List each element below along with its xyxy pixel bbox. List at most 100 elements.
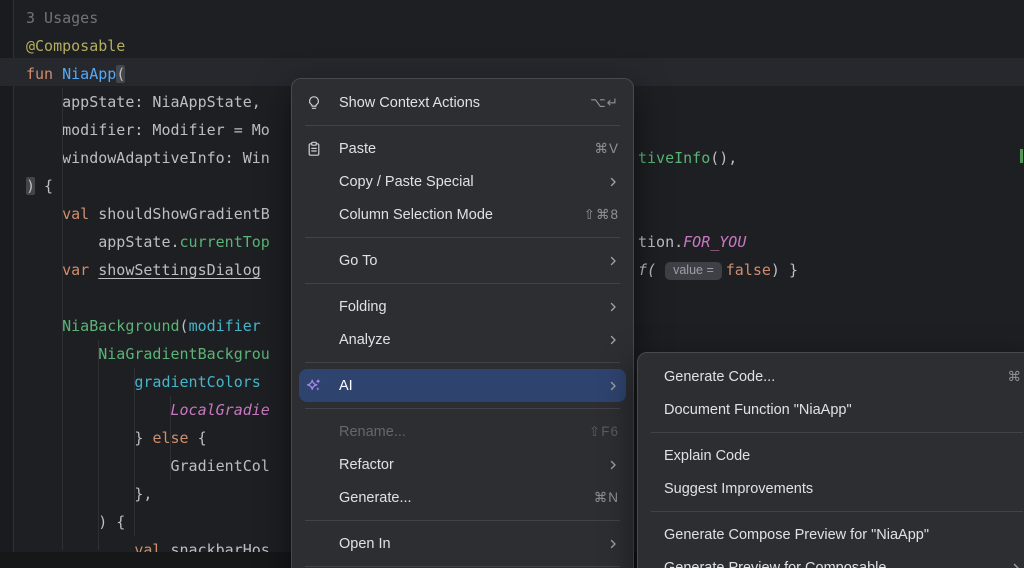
code-fragment: tiveInfo(), (638, 144, 737, 172)
code-token: appState. (26, 233, 180, 251)
code-token: ) } (771, 261, 798, 279)
menu-item-analyze[interactable]: Analyze (292, 323, 633, 356)
menu-item-generate-preview-for-composable[interactable]: Generate Preview for Composable (638, 551, 1024, 568)
code-token: NiaApp (62, 65, 116, 83)
menu-shortcut: ⌘ (1008, 369, 1023, 385)
menu-item-show-context-actions[interactable]: Show Context Actions ⌥↵ (292, 86, 633, 119)
menu-item-ai[interactable]: AI (299, 369, 626, 402)
menu-shortcut: ⌘V (594, 141, 619, 157)
menu-shortcut: ⌘N (594, 490, 619, 506)
code-token: fun (26, 65, 62, 83)
submenu-arrow-icon (607, 334, 619, 346)
menu-separator (305, 362, 620, 363)
code-token: FOR_YOU (683, 233, 746, 251)
code-token (26, 317, 62, 335)
code-token: currentTop (180, 233, 270, 251)
menu-item-label: Show Context Actions (339, 95, 480, 111)
code-token: shouldShowGradientB (89, 205, 270, 223)
code-fragment: tion.FOR_YOU (638, 228, 746, 256)
menu-item-label: Generate Preview for Composable (664, 560, 886, 568)
menu-item-explain-code[interactable]: Explain Code (638, 439, 1024, 472)
menu-item-label: Document Function "NiaApp" (664, 402, 852, 418)
menu-item-rename: Rename...⇧F6 (292, 415, 633, 448)
context-menu: Show Context Actions ⌥↵ Paste ⌘V Copy / Past… (291, 78, 634, 568)
code-token: 3 Usages (26, 9, 98, 27)
menu-item-open-in[interactable]: Open In (292, 527, 633, 560)
ai-submenu: Generate Code...⌘ Document Function "NiaA… (637, 352, 1024, 568)
indent-guide (170, 396, 171, 480)
submenu-arrow-icon (607, 301, 619, 313)
submenu-arrow-icon (1010, 562, 1022, 568)
code-token: ) (26, 177, 35, 195)
menu-shortcut: ⇧F6 (589, 424, 619, 440)
menu-item-generate[interactable]: Generate... ⌘N (292, 481, 633, 514)
code-token: { (35, 177, 53, 195)
menu-item-paste[interactable]: Paste ⌘V (292, 132, 633, 165)
menu-item-label: AI (339, 378, 353, 394)
submenu-arrow-icon (607, 538, 619, 550)
code-token: tiveInfo (638, 149, 710, 167)
code-token: gradientColors (134, 373, 260, 391)
code-token: false (726, 261, 771, 279)
menu-item-label: Column Selection Mode (339, 207, 493, 223)
menu-icon-slot (306, 174, 330, 190)
menu-item-copy-paste-special[interactable]: Copy / Paste Special (292, 165, 633, 198)
submenu-arrow-icon (607, 176, 619, 188)
menu-item-label: Folding (339, 299, 387, 315)
menu-item-column-selection-mode[interactable]: Column Selection Mode ⇧⌘8 (292, 198, 633, 231)
code-token: NiaGradientBackgrou (98, 345, 270, 363)
menu-item-suggest-improvements[interactable]: Suggest Improvements (638, 472, 1024, 505)
menu-icon-slot (306, 424, 330, 440)
menu-item-label: Paste (339, 141, 376, 157)
menu-item-label: Generate Compose Preview for "NiaApp" (664, 527, 929, 543)
code-token: LocalGradie (171, 401, 270, 419)
ide-screenshot: { "palette": { "editor_bg": "#1e1f22", "… (0, 0, 1024, 568)
menu-separator (651, 432, 1023, 433)
menu-separator (305, 566, 620, 567)
menu-item-label: Explain Code (664, 448, 750, 464)
code-token (89, 261, 98, 279)
code-token: modifier (189, 317, 261, 335)
code-token: var (62, 261, 89, 279)
menu-item-generate-compose-preview-for-niaapp[interactable]: Generate Compose Preview for "NiaApp" (638, 518, 1024, 551)
submenu-arrow-icon (607, 459, 619, 471)
code-line: @Composable (26, 32, 1024, 60)
menu-item-generate-code[interactable]: Generate Code...⌘ (638, 360, 1024, 393)
code-token: ) { (26, 513, 125, 531)
menu-shortcut: ⌥↵ (590, 95, 619, 111)
menu-separator (651, 511, 1023, 512)
submenu-arrow-icon (607, 380, 619, 392)
menu-icon-slot (306, 332, 330, 348)
menu-item-folding[interactable]: Folding (292, 290, 633, 323)
code-token: ( (116, 65, 125, 83)
menu-icon-slot (306, 457, 330, 473)
clipboard-icon (306, 141, 330, 157)
indent-guide (62, 88, 63, 550)
menu-item-label: Go To (339, 253, 377, 269)
menu-icon-slot (306, 536, 330, 552)
menu-separator (305, 520, 620, 521)
code-token: @Composable (26, 37, 125, 55)
menu-item-refactor[interactable]: Refactor (292, 448, 633, 481)
menu-shortcut: ⇧⌘8 (584, 207, 619, 223)
code-token (26, 205, 62, 223)
menu-item-label: Analyze (339, 332, 391, 348)
menu-item-go-to[interactable]: Go To (292, 244, 633, 277)
indent-guide (98, 340, 99, 550)
menu-item-label: Generate... (339, 490, 412, 506)
code-token (26, 261, 62, 279)
menu-separator (305, 125, 620, 126)
menu-item-label: Open In (339, 536, 391, 552)
code-token: showSettingsDialog (98, 261, 261, 279)
menu-separator (305, 237, 620, 238)
scrollbar-analysis-marker (1020, 149, 1023, 163)
lightbulb-icon (306, 95, 330, 111)
menu-icon-slot (306, 299, 330, 315)
menu-item-document-function-niaapp[interactable]: Document Function "NiaApp" (638, 393, 1024, 426)
submenu-arrow-icon (607, 255, 619, 267)
menu-icon-slot (306, 253, 330, 269)
code-token: NiaBackground (62, 317, 179, 335)
menu-separator (305, 283, 620, 284)
code-line: 3 Usages (26, 4, 1024, 32)
code-token: f( (638, 261, 665, 279)
